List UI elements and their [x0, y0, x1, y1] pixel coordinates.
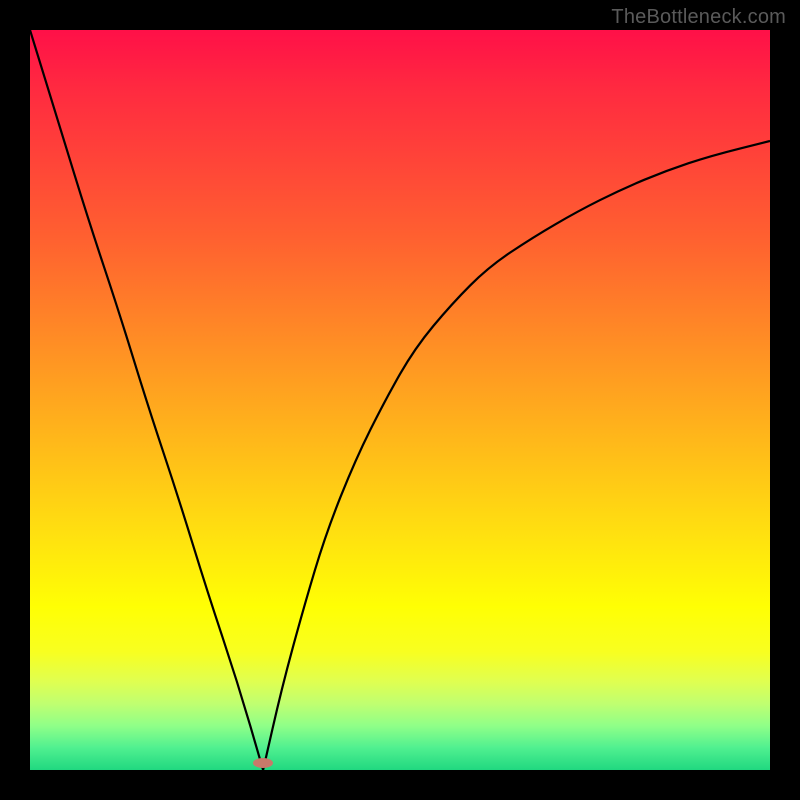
- watermark-text: TheBottleneck.com: [611, 6, 786, 29]
- bottleneck-curve: [30, 30, 770, 770]
- chart-plot-area: [30, 30, 770, 770]
- minimum-marker: [253, 758, 273, 768]
